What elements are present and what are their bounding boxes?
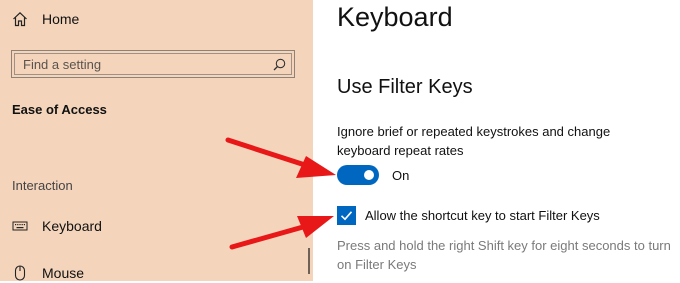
search-placeholder: Find a setting [23,57,102,72]
sidebar-item-keyboard[interactable]: Keyboard [12,216,102,236]
page-title: Keyboard [337,2,453,32]
group-label-interaction: Interaction [12,178,73,193]
search-field[interactable]: Find a setting [11,50,295,78]
section-heading: Use Filter Keys [337,76,473,98]
sidebar-item-label: Mouse [42,265,85,281]
filter-keys-toggle[interactable] [337,165,379,185]
shortcut-checkbox-row: Allow the shortcut key to start Filter K… [337,205,600,225]
sidebar-scrollbar[interactable] [308,248,310,274]
section-title: Ease of Access [12,102,107,117]
toggle-state-label: On [392,167,410,183]
mouse-icon [14,265,26,281]
filter-keys-toggle-row: On [337,164,409,186]
filter-keys-description: Ignore brief or repeated keystrokes and … [337,124,611,158]
sidebar-item-home[interactable]: Home [12,8,79,30]
checkmark-icon [340,210,353,220]
keyboard-icon [12,221,28,231]
shortcut-help-text: Press and hold the right Shift key for e… [337,238,671,272]
shortcut-checkbox[interactable] [337,205,356,225]
toggle-knob [364,170,374,180]
main-panel: Keyboard Use Filter Keys Ignore brief or… [313,0,680,281]
search-icon[interactable] [273,58,286,71]
home-label: Home [42,11,80,27]
sidebar-item-mouse[interactable]: Mouse [12,263,84,283]
sidebar: Home Find a setting Ease of Access Inter… [0,0,313,281]
home-icon [13,11,27,27]
shortcut-checkbox-label: Allow the shortcut key to start Filter K… [365,207,600,223]
sidebar-item-label: Keyboard [42,218,102,234]
